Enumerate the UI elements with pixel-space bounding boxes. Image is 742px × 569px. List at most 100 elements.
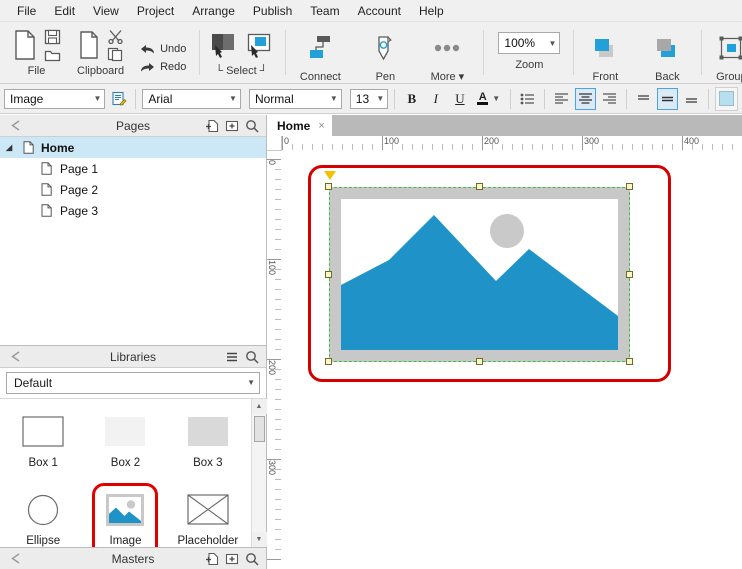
redo-button[interactable]: Redo <box>140 61 186 73</box>
page-row-page-2[interactable]: Page 2 <box>0 179 266 200</box>
resize-handle-ne[interactable] <box>626 183 633 190</box>
scrollbar-thumb[interactable] <box>253 415 265 442</box>
font-family-combo[interactable]: Arial ▼ <box>142 88 241 109</box>
ruler-tick-major <box>267 559 281 560</box>
canvas-area[interactable]: 0 100 200 300 400 0 100 200 300 <box>267 136 742 569</box>
font-weight-value: Normal <box>254 91 294 106</box>
cut-icon[interactable] <box>107 29 124 44</box>
align-left-icon[interactable] <box>551 88 572 110</box>
fill-color-swatch[interactable] <box>715 86 739 111</box>
font-size-combo[interactable]: 13 ▼ <box>349 88 389 109</box>
expand-triangle-icon[interactable]: ◢ <box>6 143 20 152</box>
menu-account[interactable]: Account <box>349 2 410 20</box>
more-button[interactable] <box>424 26 470 70</box>
scroll-down-icon[interactable]: ▼ <box>251 532 267 547</box>
menu-team[interactable]: Team <box>301 2 348 20</box>
add-folder-icon[interactable] <box>223 117 241 135</box>
collapse-arrow-icon[interactable] <box>6 348 24 366</box>
underline-button[interactable]: U <box>449 88 470 110</box>
resize-handle-se[interactable] <box>626 358 633 365</box>
add-folder-icon[interactable] <box>223 550 241 568</box>
font-weight-combo[interactable]: Normal ▼ <box>248 88 342 109</box>
anchor-marker-icon[interactable] <box>324 171 336 180</box>
resize-handle-s[interactable] <box>476 358 483 365</box>
paste-icon[interactable] <box>78 30 102 60</box>
page-row-page-3[interactable]: Page 3 <box>0 200 266 221</box>
search-icon[interactable] <box>243 117 261 135</box>
menu-file[interactable]: File <box>8 2 45 20</box>
copy-icon[interactable] <box>107 47 124 62</box>
valign-bottom-icon[interactable] <box>681 88 702 110</box>
library-item-box-2[interactable]: Box 2 <box>84 407 166 485</box>
valign-middle-icon[interactable] <box>657 87 679 110</box>
toolbar-back-label: Back <box>655 71 680 83</box>
search-icon[interactable] <box>243 550 261 568</box>
select-marquee-icon[interactable] <box>208 31 238 59</box>
ruler-label-h: 400 <box>684 136 700 146</box>
resize-handle-n[interactable] <box>476 183 483 190</box>
align-right-icon[interactable] <box>599 88 620 110</box>
zoom-value: 100% <box>504 36 536 50</box>
library-scrollbar[interactable]: ▲ ▼ <box>251 398 267 547</box>
close-icon[interactable]: × <box>318 120 324 132</box>
page-label: Page 3 <box>60 203 99 218</box>
canvas-tab-home[interactable]: Home × <box>267 115 332 136</box>
chevron-down-icon: ▼ <box>93 94 102 103</box>
select-widget-icon[interactable] <box>244 31 274 59</box>
library-select-value: Default <box>14 375 53 390</box>
ruler-label-h: 100 <box>384 136 400 146</box>
canvas-sheet[interactable] <box>281 150 742 569</box>
zoom-combo[interactable]: 100% ▼ <box>498 32 561 54</box>
library-item-label: Box 2 <box>110 456 141 469</box>
page-row-page-1[interactable]: Page 1 <box>0 158 266 179</box>
bold-button[interactable]: B <box>401 88 422 110</box>
menu-help[interactable]: Help <box>410 2 453 20</box>
bring-front-button[interactable] <box>582 26 628 70</box>
chevron-down-icon: ▼ <box>548 38 557 48</box>
connect-button[interactable] <box>294 26 346 70</box>
valign-top-icon[interactable] <box>633 88 654 110</box>
resize-handle-e[interactable] <box>626 271 633 278</box>
pen-button[interactable] <box>362 26 408 70</box>
bullet-list-icon[interactable] <box>517 88 538 110</box>
menu-arrange[interactable]: Arrange <box>183 2 244 20</box>
canvas-tab-label: Home <box>277 118 311 133</box>
page-label: Home <box>41 140 75 155</box>
undo-button[interactable]: Undo <box>140 43 186 55</box>
hamburger-menu-icon[interactable] <box>223 348 241 366</box>
align-center-icon[interactable] <box>574 87 597 110</box>
add-page-icon[interactable] <box>203 117 221 135</box>
italic-button[interactable]: I <box>425 88 446 110</box>
menu-project[interactable]: Project <box>128 2 183 20</box>
libraries-panel-header: Libraries <box>0 346 266 368</box>
library-item-label: Box 1 <box>28 456 58 469</box>
ruler-label-h: 200 <box>484 136 500 146</box>
toolbar-group-more: More ▾ <box>416 22 485 83</box>
resize-handle-w[interactable] <box>325 271 332 278</box>
scroll-up-icon[interactable]: ▲ <box>251 398 267 414</box>
menu-edit[interactable]: Edit <box>45 2 84 20</box>
search-icon[interactable] <box>243 348 261 366</box>
send-back-button[interactable] <box>644 26 690 70</box>
style-edit-icon[interactable] <box>108 88 129 110</box>
save-icon[interactable] <box>44 29 61 45</box>
canvas-tab-strip: Home × <box>267 115 742 136</box>
menu-view[interactable]: View <box>84 2 128 20</box>
library-select[interactable]: Default ▼ <box>6 372 260 394</box>
library-item-box-1[interactable]: Box 1 <box>2 407 84 485</box>
placeholder-icon <box>187 491 229 529</box>
open-folder-icon[interactable] <box>44 48 61 62</box>
collapse-arrow-icon[interactable] <box>6 550 24 568</box>
group-button[interactable] <box>708 26 742 70</box>
font-color-button[interactable]: A ▼ <box>473 88 504 110</box>
add-page-icon[interactable] <box>203 550 221 568</box>
resize-handle-sw[interactable] <box>325 358 332 365</box>
collapse-arrow-icon[interactable] <box>6 117 24 135</box>
page-row-home[interactable]: ◢ Home <box>0 137 266 158</box>
library-item-box-3[interactable]: Box 3 <box>167 407 249 485</box>
bring-to-front-icon <box>590 34 620 62</box>
new-file-icon[interactable] <box>12 29 38 61</box>
style-combo[interactable]: Image ▼ <box>4 88 106 109</box>
resize-handle-nw[interactable] <box>325 183 332 190</box>
menu-publish[interactable]: Publish <box>244 2 301 20</box>
